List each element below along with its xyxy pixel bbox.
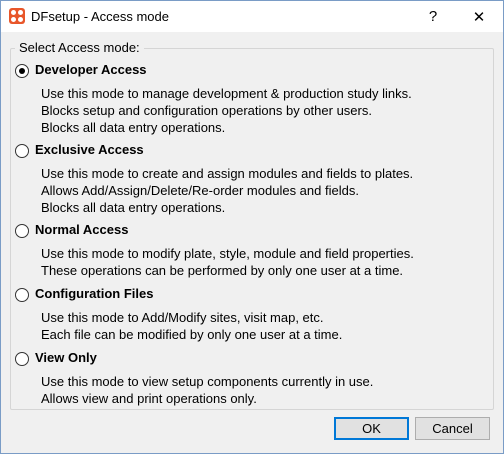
option-description: Use this mode to Add/Modify sites, visit… — [41, 309, 342, 343]
radio-developer-access[interactable] — [15, 64, 29, 78]
description-line: Use this mode to manage development & pr… — [41, 86, 412, 101]
description-line: Blocks all data entry operations. — [41, 200, 226, 215]
description-line: Blocks setup and configuration operation… — [41, 103, 372, 118]
dfsetup-app-icon — [9, 8, 25, 24]
description-line: Use this mode to view setup components c… — [41, 374, 374, 389]
cancel-button[interactable]: Cancel — [415, 417, 490, 440]
option-label[interactable]: Normal Access — [35, 222, 128, 237]
description-line: These operations can be performed by onl… — [41, 263, 404, 278]
description-line: Each file can be modified by only one us… — [41, 327, 343, 342]
option-description: Use this mode to create and assign modul… — [41, 165, 413, 216]
radio-normal-access[interactable] — [15, 224, 29, 238]
title-bar: DFsetup - Access mode ? ✕ — [1, 1, 503, 32]
description-line: Allows Add/Assign/Delete/Re-order module… — [41, 183, 359, 198]
group-label: Select Access mode: — [15, 40, 144, 55]
access-mode-dialog: DFsetup - Access mode ? ✕ Select Access … — [0, 0, 504, 454]
description-line: Blocks all data entry operations. — [41, 120, 226, 135]
option-description: Use this mode to modify plate, style, mo… — [41, 245, 414, 279]
option-label[interactable]: Exclusive Access — [35, 142, 144, 157]
option-label[interactable]: View Only — [35, 350, 97, 365]
radio-configuration-files[interactable] — [15, 288, 29, 302]
description-line: Allows view and print operations only. — [41, 391, 257, 406]
help-button[interactable]: ? — [410, 1, 456, 32]
description-line: Use this mode to Add/Modify sites, visit… — [41, 310, 324, 325]
description-line: Use this mode to create and assign modul… — [41, 166, 414, 181]
option-description: Use this mode to view setup components c… — [41, 373, 373, 407]
radio-exclusive-access[interactable] — [15, 144, 29, 158]
window-title: DFsetup - Access mode — [31, 9, 169, 24]
option-label[interactable]: Configuration Files — [35, 286, 153, 301]
option-label[interactable]: Developer Access — [35, 62, 147, 77]
description-line: Use this mode to modify plate, style, mo… — [41, 246, 414, 261]
ok-button[interactable]: OK — [334, 417, 409, 440]
option-description: Use this mode to manage development & pr… — [41, 85, 412, 136]
close-button[interactable]: ✕ — [456, 1, 502, 32]
radio-view-only[interactable] — [15, 352, 29, 366]
